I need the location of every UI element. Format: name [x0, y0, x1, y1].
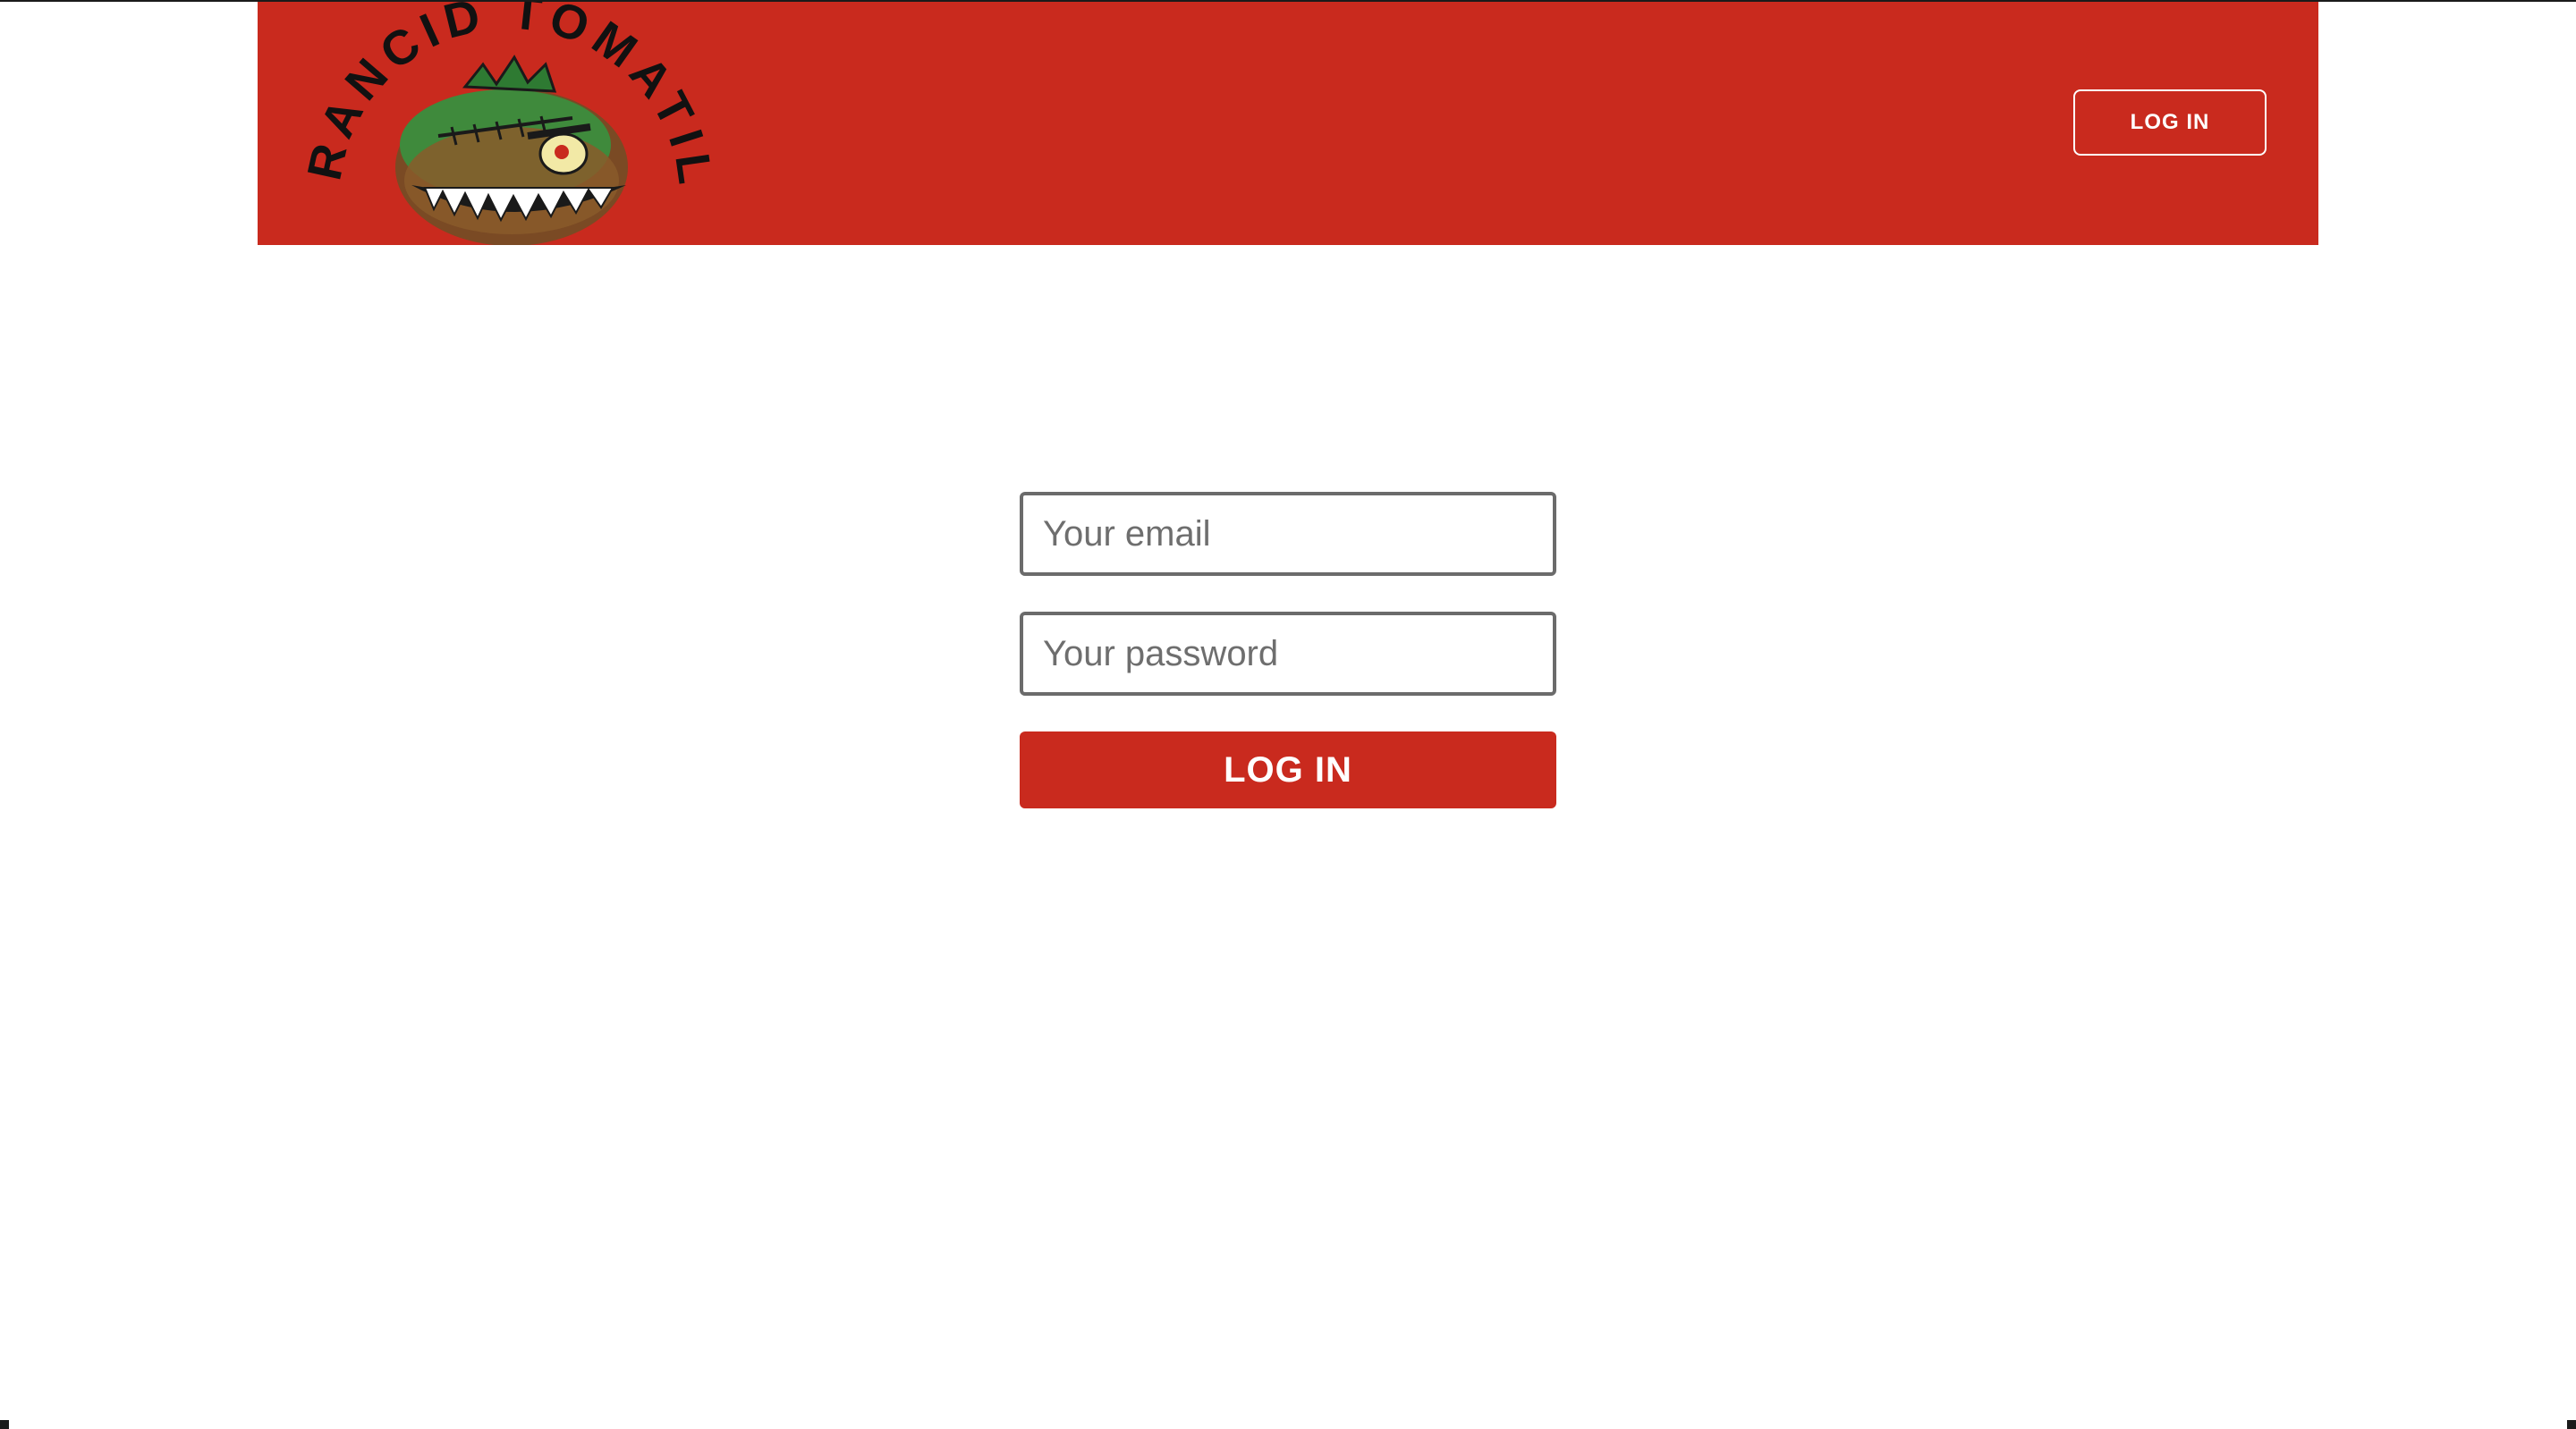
- login-form: LOG IN: [1020, 492, 1556, 808]
- header-login-button[interactable]: LOG IN: [2073, 89, 2267, 156]
- site-header: RANCID TOMATILLOS LOG IN: [258, 2, 2318, 245]
- window-corner-bottom-right: [2567, 1420, 2576, 1429]
- rancid-tomatillos-logo[interactable]: RANCID TOMATILLOS: [304, 2, 716, 245]
- window-corner-bottom-left: [0, 1420, 9, 1429]
- email-input[interactable]: [1020, 492, 1556, 576]
- password-input[interactable]: [1020, 612, 1556, 696]
- login-submit-button[interactable]: LOG IN: [1020, 731, 1556, 808]
